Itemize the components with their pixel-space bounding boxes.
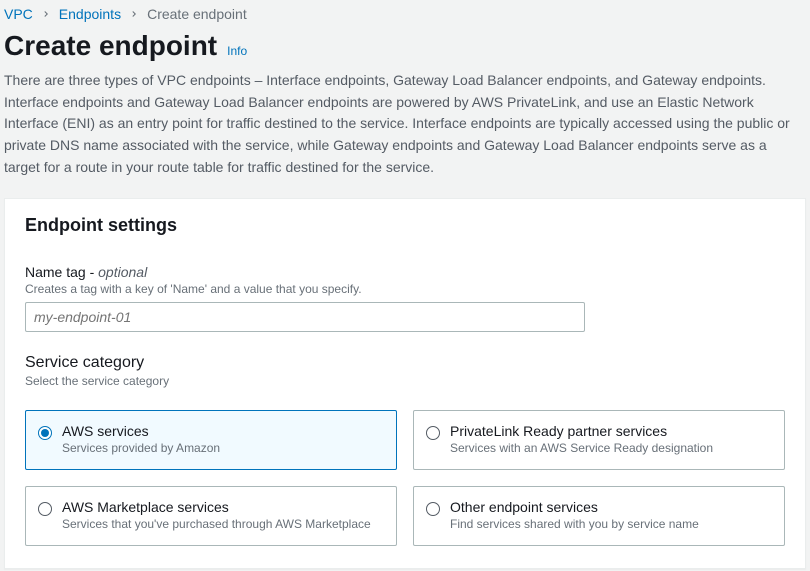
- service-category-label: Service category: [25, 354, 785, 372]
- info-link[interactable]: Info: [227, 44, 247, 58]
- service-category-help: Select the service category: [25, 374, 785, 388]
- tile-title: PrivateLink Ready partner services: [450, 423, 713, 439]
- page-title: Create endpoint: [4, 30, 217, 62]
- breadcrumb-link-vpc[interactable]: VPC: [4, 6, 33, 22]
- chevron-right-icon: [129, 6, 139, 22]
- breadcrumb: VPC Endpoints Create endpoint: [0, 0, 810, 30]
- radio-icon: [38, 502, 52, 516]
- tile-title: AWS services: [62, 423, 220, 439]
- name-tag-help: Creates a tag with a key of 'Name' and a…: [25, 282, 785, 296]
- tile-title: AWS Marketplace services: [62, 499, 371, 515]
- service-category-tiles: AWS services Services provided by Amazon…: [25, 410, 785, 546]
- tile-privatelink-ready[interactable]: PrivateLink Ready partner services Servi…: [413, 410, 785, 470]
- name-tag-optional: optional: [98, 264, 147, 280]
- tile-desc: Find services shared with you by service…: [450, 517, 699, 531]
- tile-title: Other endpoint services: [450, 499, 699, 515]
- breadcrumb-current: Create endpoint: [147, 6, 247, 22]
- tile-desc: Services provided by Amazon: [62, 441, 220, 455]
- radio-icon: [426, 502, 440, 516]
- breadcrumb-link-endpoints[interactable]: Endpoints: [59, 6, 121, 22]
- name-tag-input[interactable]: [25, 302, 585, 332]
- name-tag-label-text: Name tag -: [25, 264, 98, 280]
- tile-aws-services[interactable]: AWS services Services provided by Amazon: [25, 410, 397, 470]
- page-description: There are three types of VPC endpoints –…: [0, 70, 810, 198]
- tile-other-endpoint[interactable]: Other endpoint services Find services sh…: [413, 486, 785, 546]
- chevron-right-icon: [41, 6, 51, 22]
- page-title-row: Create endpoint Info: [0, 30, 810, 70]
- tile-desc: Services that you've purchased through A…: [62, 517, 371, 531]
- radio-icon: [38, 426, 52, 440]
- name-tag-label: Name tag - optional: [25, 264, 785, 280]
- tile-aws-marketplace[interactable]: AWS Marketplace services Services that y…: [25, 486, 397, 546]
- radio-icon: [426, 426, 440, 440]
- panel-title: Endpoint settings: [5, 199, 805, 244]
- endpoint-settings-panel: Endpoint settings Name tag - optional Cr…: [4, 198, 806, 569]
- tile-desc: Services with an AWS Service Ready desig…: [450, 441, 713, 455]
